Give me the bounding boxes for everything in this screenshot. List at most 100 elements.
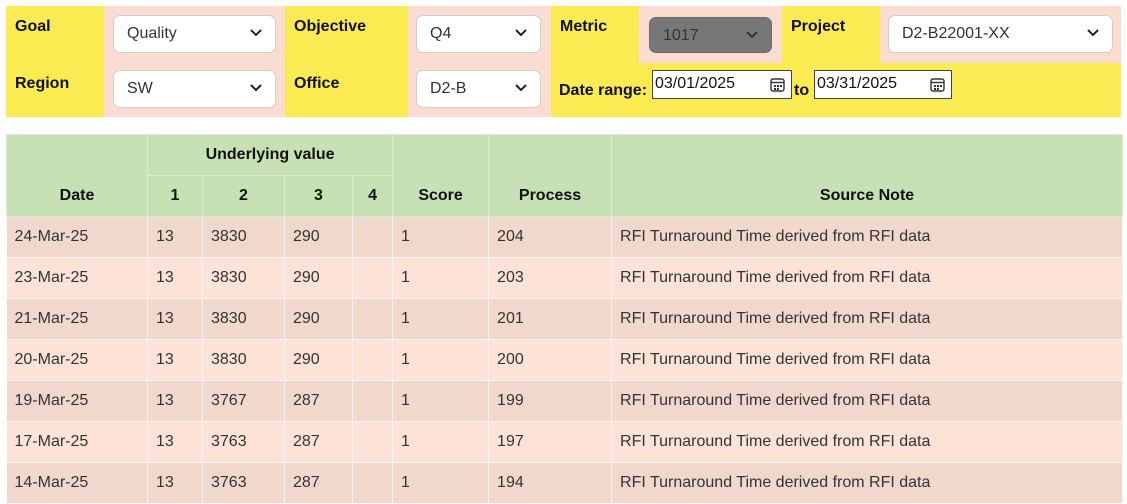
cell-date: 24-Mar-25 xyxy=(6,216,148,258)
project-label: Project xyxy=(782,6,880,63)
cell-value-2: 3830 xyxy=(202,216,285,258)
office-value: D2-B xyxy=(430,80,467,97)
table-row[interactable]: 19-Mar-25 13 3767 287 1 199 RFI Turnaround Tim… xyxy=(6,380,1124,422)
calendar-icon[interactable] xyxy=(930,77,945,92)
date-range-to-label: to xyxy=(794,82,810,99)
header-underlying-2: 2 xyxy=(202,175,285,217)
region-label: Region xyxy=(6,63,104,117)
project-select[interactable]: D2-B22001-XX xyxy=(888,15,1113,53)
cell-value-4 xyxy=(352,257,394,299)
filter-panel: Goal Quality Objective Q4 Metric 1017 Pr… xyxy=(6,6,1121,117)
objective-select[interactable]: Q4 xyxy=(416,15,541,53)
header-process: Process xyxy=(488,134,613,217)
date-range-label: Date range: xyxy=(559,82,648,99)
chevron-down-icon xyxy=(250,84,262,92)
header-underlying-4: 4 xyxy=(351,175,394,217)
metric-label: Metric xyxy=(551,6,639,63)
cell-value-1: 13 xyxy=(147,216,203,258)
cell-value-1: 13 xyxy=(147,339,203,381)
table-row[interactable]: 14-Mar-25 13 3763 287 1 194 RFI Turnaround Tim… xyxy=(6,462,1124,504)
calendar-icon[interactable] xyxy=(770,77,785,92)
header-date: Date xyxy=(6,134,148,217)
header-score: Score xyxy=(392,134,490,217)
cell-score: 1 xyxy=(392,257,490,299)
region-select[interactable]: SW xyxy=(113,70,276,108)
cell-value-4 xyxy=(352,339,394,381)
chevron-down-icon xyxy=(515,29,527,37)
table-body: 24-Mar-25 13 3830 290 1 204 RFI Turnaround Tim… xyxy=(6,216,1124,504)
cell-source-note: RFI Turnaround Time derived from RFI dat… xyxy=(611,421,1124,463)
cell-date: 21-Mar-25 xyxy=(6,298,148,340)
cell-source-note: RFI Turnaround Time derived from RFI dat… xyxy=(611,380,1124,422)
cell-source-note: RFI Turnaround Time derived from RFI dat… xyxy=(611,216,1124,258)
cell-process: 200 xyxy=(488,339,613,381)
cell-value-3: 290 xyxy=(284,216,353,258)
cell-value-4 xyxy=(352,298,394,340)
cell-value-4 xyxy=(352,380,394,422)
cell-value-2: 3830 xyxy=(202,257,285,299)
cell-process: 197 xyxy=(488,421,613,463)
cell-score: 1 xyxy=(392,421,490,463)
cell-value-1: 13 xyxy=(147,298,203,340)
cell-score: 1 xyxy=(392,380,490,422)
goal-select[interactable]: Quality xyxy=(113,15,276,53)
objective-label: Objective xyxy=(285,6,408,63)
cell-value-4 xyxy=(352,216,394,258)
region-value: SW xyxy=(127,80,153,97)
cell-value-3: 287 xyxy=(284,462,353,504)
cell-process: 203 xyxy=(488,257,613,299)
cell-value-1: 13 xyxy=(147,421,203,463)
header-underlying-3: 3 xyxy=(284,175,353,217)
cell-value-3: 287 xyxy=(284,421,353,463)
cell-process: 201 xyxy=(488,298,613,340)
cell-value-1: 13 xyxy=(147,380,203,422)
date-to-input[interactable]: 03/31/2025 xyxy=(814,70,952,99)
cell-source-note: RFI Turnaround Time derived from RFI dat… xyxy=(611,257,1124,299)
cell-source-note: RFI Turnaround Time derived from RFI dat… xyxy=(611,462,1124,504)
header-underlying-value: Underlying value xyxy=(146,134,394,176)
date-to-value: 03/31/2025 xyxy=(817,75,898,92)
cell-value-2: 3763 xyxy=(202,462,285,504)
cell-process: 199 xyxy=(488,380,613,422)
cell-source-note: RFI Turnaround Time derived from RFI dat… xyxy=(611,339,1124,381)
date-from-value: 03/01/2025 xyxy=(655,75,736,92)
table-row[interactable]: 20-Mar-25 13 3830 290 1 200 RFI Turnaround Tim… xyxy=(6,339,1124,381)
cell-date: 14-Mar-25 xyxy=(6,462,148,504)
metrics-table: Date Underlying value Score Process Sour… xyxy=(6,134,1124,504)
cell-process: 194 xyxy=(488,462,613,504)
table-row[interactable]: 17-Mar-25 13 3763 287 1 197 RFI Turnaround Tim… xyxy=(6,421,1124,463)
cell-score: 1 xyxy=(392,298,490,340)
table-row[interactable]: 21-Mar-25 13 3830 290 1 201 RFI Turnaround Tim… xyxy=(6,298,1124,340)
cell-score: 1 xyxy=(392,339,490,381)
table-row[interactable]: 24-Mar-25 13 3830 290 1 204 RFI Turnaround Tim… xyxy=(6,216,1124,258)
chevron-down-icon xyxy=(1087,29,1099,37)
cell-value-3: 290 xyxy=(284,298,353,340)
cell-source-note: RFI Turnaround Time derived from RFI dat… xyxy=(611,298,1124,340)
cell-value-2: 3767 xyxy=(202,380,285,422)
cell-date: 20-Mar-25 xyxy=(6,339,148,381)
cell-date: 19-Mar-25 xyxy=(6,380,148,422)
table-row[interactable]: 23-Mar-25 13 3830 290 1 203 RFI Turnaround Tim… xyxy=(6,257,1124,299)
cell-date: 17-Mar-25 xyxy=(6,421,148,463)
metric-select[interactable]: 1017 xyxy=(649,17,772,53)
office-label: Office xyxy=(285,63,408,117)
cell-value-3: 287 xyxy=(284,380,353,422)
cell-value-4 xyxy=(352,462,394,504)
cell-value-1: 13 xyxy=(147,257,203,299)
goal-label: Goal xyxy=(6,6,104,63)
cell-score: 1 xyxy=(392,462,490,504)
chevron-down-icon xyxy=(515,84,527,92)
cell-value-2: 3830 xyxy=(202,339,285,381)
cell-value-3: 290 xyxy=(284,257,353,299)
objective-value: Q4 xyxy=(430,25,452,42)
header-source-note: Source Note xyxy=(611,134,1124,217)
cell-score: 1 xyxy=(392,216,490,258)
office-select[interactable]: D2-B xyxy=(416,70,541,108)
header-underlying-1: 1 xyxy=(147,175,203,217)
cell-process: 204 xyxy=(488,216,613,258)
date-from-input[interactable]: 03/01/2025 xyxy=(652,70,792,99)
cell-value-2: 3830 xyxy=(202,298,285,340)
cell-date: 23-Mar-25 xyxy=(6,257,148,299)
cell-value-1: 13 xyxy=(147,462,203,504)
project-value: D2-B22001-XX xyxy=(902,25,1010,42)
